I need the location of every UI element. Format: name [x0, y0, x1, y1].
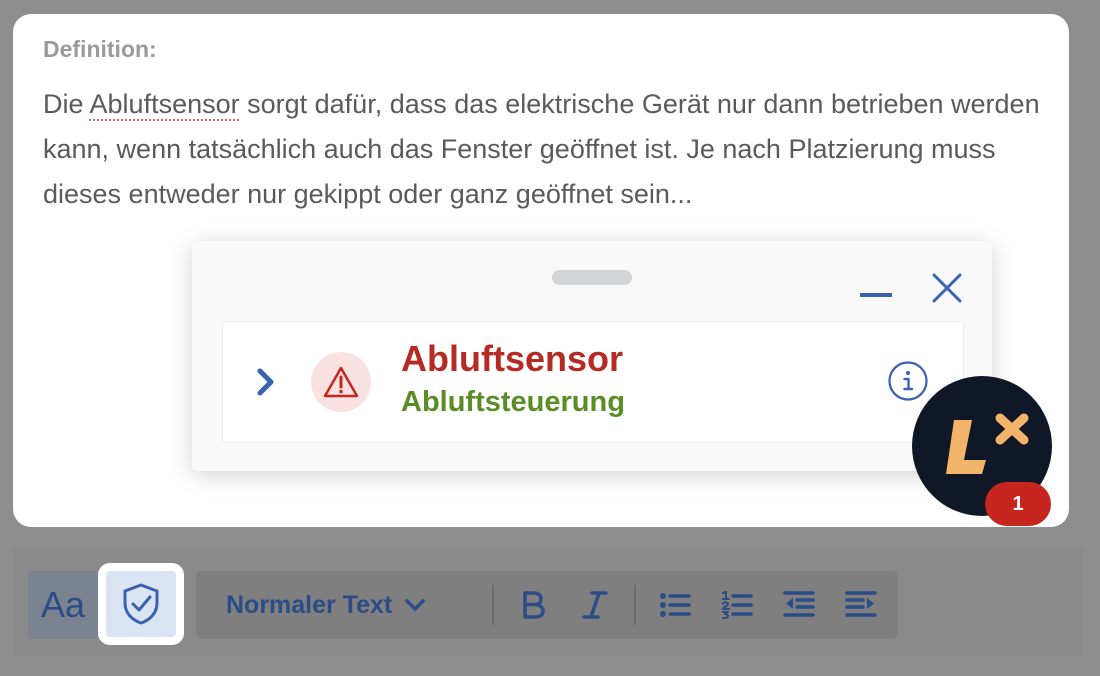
- text-format-icon: Aa: [40, 584, 86, 625]
- bullet-list-button[interactable]: [658, 588, 692, 622]
- indent-button[interactable]: [844, 588, 878, 622]
- minimize-icon[interactable]: [860, 293, 892, 297]
- definition-text[interactable]: Die Abluftsensor sorgt dafür, dass das e…: [43, 82, 1043, 217]
- drag-handle[interactable]: [552, 270, 632, 285]
- outdent-icon: [783, 591, 815, 617]
- warning-badge: [311, 352, 371, 412]
- bold-icon: [523, 591, 545, 619]
- language-check-button[interactable]: [106, 571, 176, 637]
- italic-button[interactable]: [578, 588, 612, 622]
- formatting-toolbar: Normaler Text: [196, 571, 898, 639]
- text-style-select[interactable]: Normaler Text: [226, 587, 426, 623]
- indent-icon: [845, 591, 877, 617]
- italic-icon: [582, 591, 608, 619]
- suggestion-popup: Abluftsensor Abluftsteuerung: [192, 241, 992, 471]
- outdent-button[interactable]: [782, 588, 816, 622]
- suggested-term[interactable]: Abluftsteuerung: [401, 386, 625, 419]
- chevron-right-icon[interactable]: [253, 366, 279, 398]
- flagged-word[interactable]: Abluftsensor: [90, 89, 240, 119]
- bullet-list-icon: [660, 593, 691, 617]
- flagged-term: Abluftsensor: [401, 338, 624, 379]
- warning-icon: [323, 366, 359, 398]
- toolbar-divider: [492, 585, 494, 625]
- close-icon[interactable]: [930, 271, 964, 305]
- toolbar-divider: [634, 585, 636, 625]
- shield-check-icon: [123, 583, 159, 625]
- text-format-button[interactable]: Aa: [28, 571, 98, 639]
- text-style-label: Normaler Text: [226, 590, 393, 619]
- chevron-down-icon: [405, 599, 426, 611]
- suggestion-card[interactable]: Abluftsensor Abluftsteuerung: [222, 321, 964, 443]
- numbered-list-icon: [722, 591, 753, 619]
- issue-count-badge: 1: [985, 482, 1051, 526]
- shield-button-highlight: [98, 563, 184, 645]
- numbered-list-button[interactable]: [720, 588, 754, 622]
- definition-label: Definition:: [43, 36, 157, 62]
- bold-button[interactable]: [516, 588, 550, 622]
- text-before: Die: [43, 89, 90, 119]
